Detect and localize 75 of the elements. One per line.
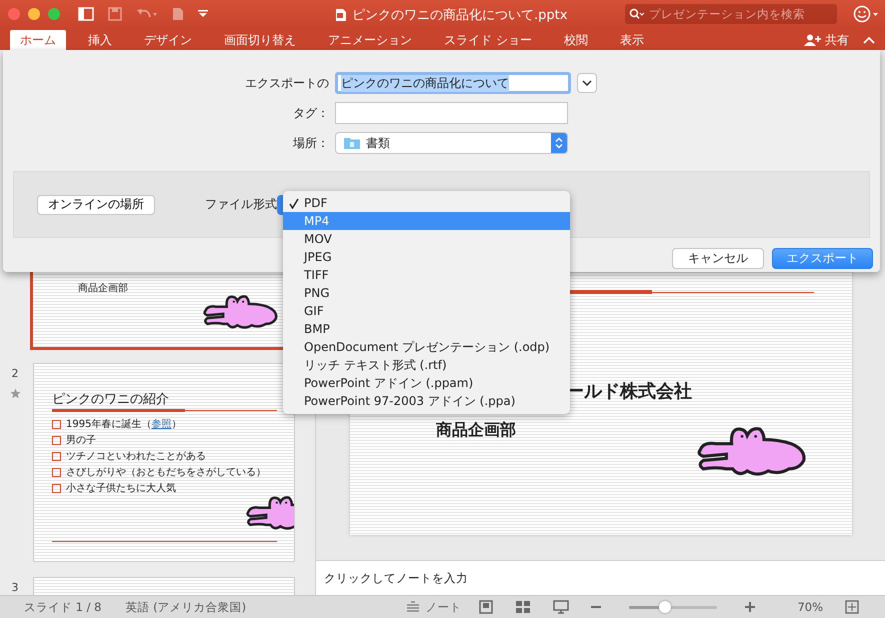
menu-item[interactable]: PNG	[283, 284, 570, 302]
bullet-icon	[52, 468, 61, 476]
bullet-icon	[52, 436, 61, 444]
slide-text: 商品企画部	[78, 282, 129, 295]
notes-placeholder: クリックしてノートを入力	[324, 570, 468, 586]
save-icon[interactable]	[108, 7, 122, 21]
menu-item[interactable]: JPEG	[283, 248, 570, 266]
ribbon-tab[interactable]: 挿入	[78, 30, 122, 50]
zoom-in-icon[interactable]	[745, 602, 756, 612]
fit-to-window-icon[interactable]	[845, 600, 859, 614]
collapse-ribbon-icon[interactable]	[863, 36, 875, 44]
bullet-text: 1995年春に誕生（参照）	[66, 418, 182, 431]
document-icon[interactable]	[172, 7, 184, 21]
slide-counter: スライド 1 / 8	[24, 600, 102, 614]
field-label: タグ：	[293, 104, 329, 122]
ribbon-tab[interactable]: アニメーション	[318, 30, 422, 50]
minimize-button[interactable]	[28, 8, 40, 20]
stepper-icon	[555, 137, 563, 149]
field-label: ファイル形式	[205, 196, 277, 213]
normal-view-icon[interactable]	[479, 600, 494, 614]
menu-item[interactable]: BMP	[283, 320, 570, 338]
window-title: ピンクのワニの商品化について.pptx	[352, 7, 568, 24]
menu-item[interactable]: OpenDocument プレゼンテーション (.odp)	[283, 338, 570, 356]
chevron-down-icon	[582, 80, 592, 86]
search-field[interactable]: プレゼンテーション内を検索	[625, 4, 837, 24]
zoom-level: 70%	[797, 600, 823, 614]
menu-item[interactable]: GIF	[283, 302, 570, 320]
ribbon-tab[interactable]: ホーム	[10, 30, 66, 50]
zoom-out-icon[interactable]	[591, 605, 602, 609]
search-icon	[629, 8, 645, 20]
sidebar-icon[interactable]	[78, 7, 94, 21]
slide-thumbnail[interactable]: ピンクのワニの紹介 1995年春に誕生（参照） 男の子 ツチノコといわれたことがある さびしがりや（おともだちをさがしている） 小さな子供たちに大人気	[33, 363, 295, 562]
zoom-button[interactable]	[48, 8, 60, 20]
bullet-text: 男の子	[66, 434, 96, 447]
field-label: エクスポートの	[245, 74, 329, 92]
menu-item[interactable]: PDF	[283, 194, 570, 212]
field-label: 場所：	[293, 134, 329, 152]
cancel-button[interactable]: キャンセル	[672, 248, 764, 269]
location-select[interactable]: 書類	[335, 132, 568, 154]
menu-item[interactable]: MOV	[283, 230, 570, 248]
slide-text: 商品企画部	[436, 420, 516, 441]
bullet-icon	[52, 452, 61, 460]
link[interactable]: 参照	[151, 419, 172, 430]
slide-number: 3	[12, 581, 18, 594]
bullet-icon	[52, 420, 61, 428]
bullet-text: さびしがりや（おともだちをさがしている）	[66, 466, 266, 479]
tags-field[interactable]	[335, 102, 568, 124]
ribbon-tab[interactable]: デザイン	[134, 30, 202, 50]
add-person-icon	[804, 34, 822, 46]
bullet-text: 小さな子供たちに大人気	[66, 482, 176, 495]
notes-field[interactable]: クリックしてノートを入力	[316, 560, 885, 595]
expand-button[interactable]	[577, 73, 597, 93]
slide-number: 2	[12, 367, 18, 380]
bullet-text: ツチノコといわれたことがある	[66, 450, 206, 463]
online-locations-button[interactable]: オンラインの場所	[37, 194, 155, 214]
presentation-icon[interactable]	[553, 600, 570, 614]
slide-title: ピンクのワニの紹介	[52, 391, 170, 408]
notes-button[interactable]: ノート	[405, 600, 462, 614]
undo-icon[interactable]	[136, 8, 158, 20]
ribbon-tab[interactable]: 表示	[610, 30, 654, 50]
menu-item[interactable]: TIFF	[283, 266, 570, 284]
share-button[interactable]: 共有	[804, 30, 849, 50]
dropdown-icon[interactable]	[198, 10, 208, 18]
notes-icon	[405, 601, 422, 613]
file-name-field[interactable]: ピンクのワニの商品化について	[335, 72, 571, 94]
bullet-icon	[52, 484, 61, 492]
slider-thumb[interactable]	[658, 601, 671, 613]
ribbon-tab[interactable]: 画面切り替え	[214, 30, 306, 50]
language-status[interactable]: 英語 (アメリカ合衆国)	[125, 600, 246, 614]
ribbon-tab[interactable]: 校閲	[554, 30, 598, 50]
smiley-icon[interactable]	[853, 5, 879, 23]
pptx-file-icon	[335, 8, 347, 22]
folder-icon	[344, 137, 360, 149]
grid-view-icon[interactable]	[515, 600, 532, 614]
ribbon-tab[interactable]: スライド ショー	[434, 30, 542, 50]
